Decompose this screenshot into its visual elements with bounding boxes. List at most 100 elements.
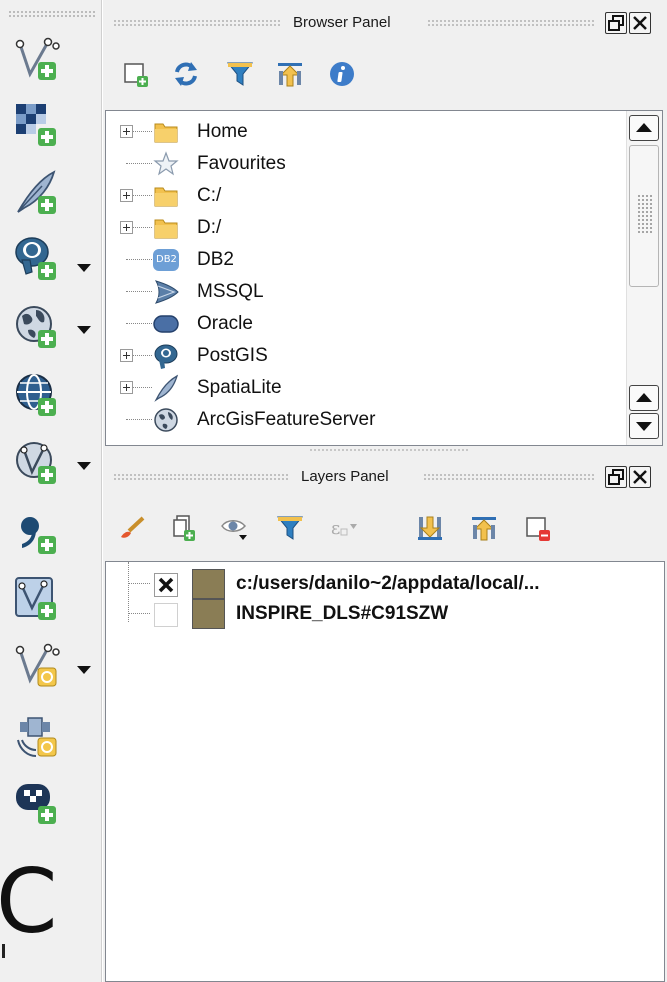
browser-item-d[interactable]: D:/ [106, 211, 626, 243]
layer-visibility-checkbox[interactable] [154, 573, 178, 597]
info-button[interactable] [327, 59, 357, 89]
expand-toggle[interactable] [120, 221, 133, 234]
scroll-up-button[interactable] [629, 115, 659, 141]
expand-toggle[interactable] [120, 381, 133, 394]
scroll-down-button[interactable] [629, 413, 659, 439]
svg-text:ε: ε [331, 518, 340, 539]
layers-panel-title: Layers Panel [301, 468, 389, 485]
float-window-icon [608, 469, 624, 485]
wms-dropdown-arrow-icon[interactable] [76, 324, 92, 336]
scroll-up-button-lower[interactable] [629, 385, 659, 411]
scrollbar-thumb[interactable] [629, 145, 659, 287]
add-selected-layers-icon [124, 63, 148, 87]
mssql-icon [152, 278, 180, 306]
layer-row[interactable]: INSPIRE_DLS#C91SZW [106, 599, 664, 629]
browser-item-arcgisfeatureserver[interactable]: ArcGisFeatureServer [106, 403, 626, 435]
remove-layer-button[interactable] [523, 513, 553, 543]
add-wcs-layer-button[interactable] [12, 370, 62, 420]
layers-collapse-all-button[interactable] [469, 513, 499, 543]
new-layer-dropdown-arrow-icon[interactable] [76, 664, 92, 676]
browser-panel-toolbar [105, 52, 667, 100]
add-raster-layer-icon [16, 104, 56, 146]
collapse-all-icon [278, 63, 302, 87]
browser-item-label: Oracle [197, 313, 253, 334]
spatialite-icon [152, 374, 180, 402]
browser-item-label: PostGIS [197, 345, 268, 366]
titlebar-grip [423, 473, 595, 481]
new-gps-layer-button[interactable] [12, 710, 62, 760]
add-raster-layer-button[interactable] [12, 100, 62, 150]
add-oracle-layer-icon [16, 784, 56, 824]
arrow-up-icon [636, 393, 652, 402]
layer-symbol-swatch [192, 569, 225, 599]
add-wms-layer-icon [16, 306, 56, 348]
browser-panel-close-button[interactable] [629, 12, 651, 34]
filter-button[interactable] [225, 59, 255, 89]
filter-legend-icon [276, 516, 304, 540]
new-shapefile-layer-button[interactable] [12, 640, 62, 690]
postgis-dropdown-arrow-icon[interactable] [76, 262, 92, 274]
add-vector-layer-button[interactable] [12, 34, 62, 84]
expand-all-button[interactable] [415, 513, 445, 543]
browser-panel-float-button[interactable] [605, 12, 627, 34]
collapse-all-icon [472, 517, 496, 541]
arrow-down-icon [636, 422, 652, 431]
layers-panel-titlebar[interactable]: Layers Panel [105, 458, 667, 496]
star-icon [152, 150, 180, 178]
browser-item-mssql[interactable]: MSSQL [106, 275, 626, 307]
collapse-all-button[interactable] [275, 59, 305, 89]
refresh-button[interactable] [171, 59, 201, 89]
visibility-button[interactable] [219, 513, 249, 543]
add-spatialite-layer-button[interactable] [12, 508, 62, 558]
add-wfs-layer-button[interactable] [12, 438, 62, 488]
expand-toggle[interactable] [120, 189, 133, 202]
browser-item-home[interactable]: Home [106, 115, 626, 147]
expand-toggle[interactable] [120, 125, 133, 138]
browser-panel-title: Browser Panel [293, 14, 391, 31]
browser-item-favourites[interactable]: Favourites [106, 147, 626, 179]
browser-panel-titlebar[interactable]: Browser Panel [105, 4, 667, 42]
titlebar-grip [113, 19, 281, 27]
style-brush-icon [121, 516, 145, 538]
layer-row[interactable]: c:/users/danilo~2/appdata/local/... [106, 569, 664, 599]
expand-toggle[interactable] [120, 349, 133, 362]
titlebar-grip [427, 19, 595, 27]
browser-item-c[interactable]: C:/ [106, 179, 626, 211]
add-oracle-layer-button[interactable] [12, 778, 62, 828]
filter-legend-button[interactable] [275, 513, 305, 543]
data-source-toolbar: C [0, 0, 103, 982]
add-delimited-text-layer-button[interactable] [12, 168, 62, 218]
layers-panel-close-button[interactable] [629, 466, 651, 488]
add-group-icon [173, 515, 195, 541]
tree-connector [126, 163, 152, 164]
add-selected-layers-button[interactable] [121, 59, 151, 89]
wfs-dropdown-arrow-icon[interactable] [76, 460, 92, 472]
close-icon [633, 470, 647, 484]
browser-tree[interactable]: Home Favourites C:/ D:/ DB2 DB2 MSSQL Oracle Pos… [105, 110, 663, 446]
add-postgis-layer-button[interactable] [12, 234, 62, 284]
browser-item-postgis[interactable]: PostGIS [106, 339, 626, 371]
add-postgis-layer-icon [15, 237, 56, 280]
browser-item-oracle[interactable]: Oracle [106, 307, 626, 339]
style-button[interactable] [117, 513, 147, 543]
add-group-button[interactable] [169, 513, 199, 543]
toolbar-divider [101, 0, 103, 982]
browser-scrollbar[interactable] [626, 111, 662, 445]
filter-icon [226, 62, 254, 86]
layer-symbol-swatch [192, 599, 225, 629]
expression-filter-button[interactable]: ε [327, 513, 357, 543]
toolbar-grip[interactable] [8, 10, 96, 18]
add-wms-layer-button[interactable] [12, 302, 62, 352]
db2-icon-text: DB2 [156, 254, 177, 265]
browser-item-db2[interactable]: DB2 DB2 [106, 243, 626, 275]
layers-panel-float-button[interactable] [605, 466, 627, 488]
layer-visibility-checkbox[interactable] [154, 603, 178, 627]
layer-name: INSPIRE_DLS#C91SZW [236, 603, 449, 624]
remove-layer-icon [526, 517, 550, 541]
layers-tree[interactable]: c:/users/danilo~2/appdata/local/... INSP… [105, 561, 665, 982]
add-virtual-layer-button[interactable] [12, 574, 62, 624]
checked-x-icon [158, 577, 174, 593]
panel-splitter[interactable] [105, 446, 667, 454]
layers-panel-toolbar: ε [105, 506, 667, 554]
browser-item-spatialite[interactable]: SpatiaLite [106, 371, 626, 403]
